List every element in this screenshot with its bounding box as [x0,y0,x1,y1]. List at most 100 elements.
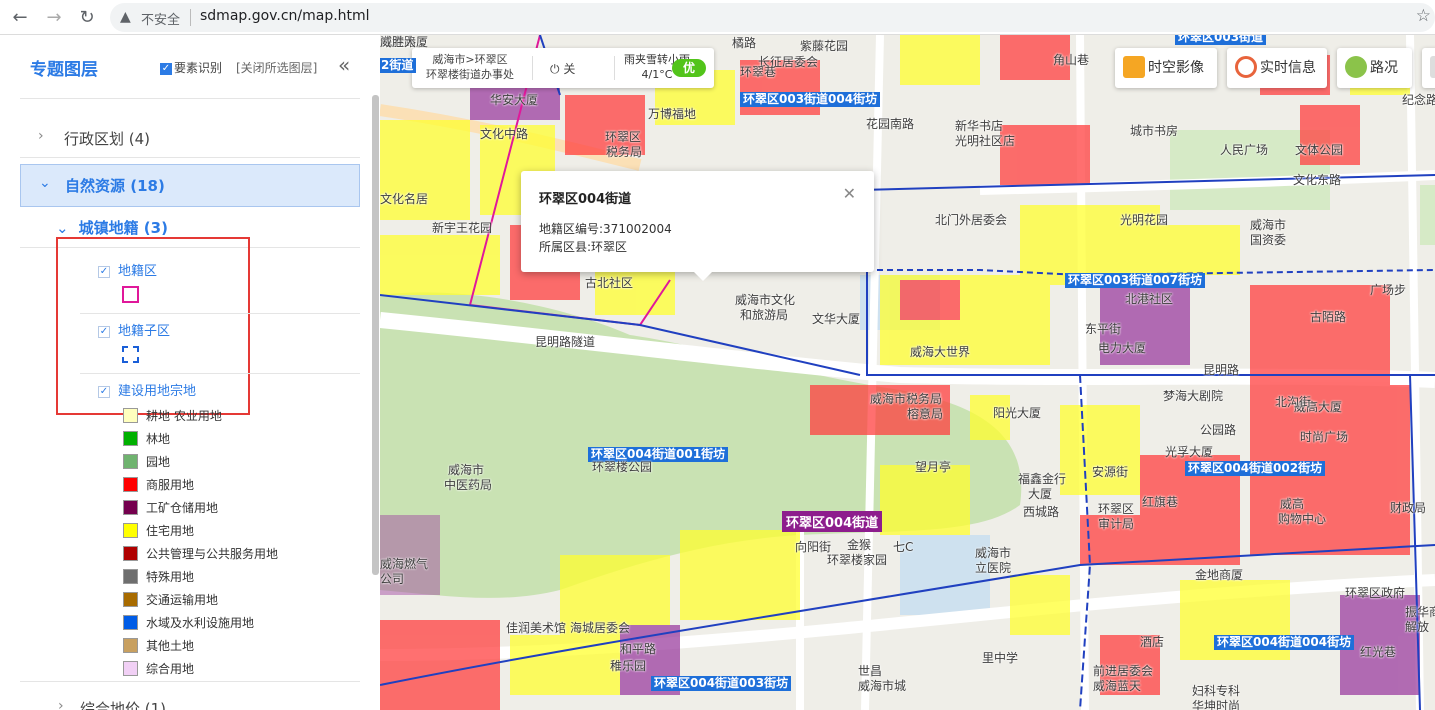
feature-identify-label: 要素识别 [174,61,223,75]
map-label: 阳光大厦 [993,406,1042,420]
map-label: 光明社区店 [955,134,1016,148]
map-label: 国资委 [1250,233,1287,247]
divider [20,157,360,158]
collapse-panel-icon[interactable]: « [338,53,350,77]
street-tag[interactable]: 环翠区003街道004街坊 [740,92,881,107]
map-label: 光明花园 [1120,213,1169,227]
street-tag[interactable]: 2街道 [380,58,417,73]
district-tag[interactable]: 环翠区004街道 [782,511,883,532]
subcategory-label: 城镇地籍 (3) [78,219,168,237]
map-label: 环翠楼家园 [827,553,888,567]
printer-icon [1430,56,1435,78]
map-label: 昆明路隧道 [535,335,596,349]
category-admin-division[interactable]: › 行政区划 (4) [20,118,360,158]
url-text[interactable]: sdmap.gov.cn/map.html [200,8,370,24]
map-label: 环翠巷 [740,65,777,79]
security-label[interactable]: 不安全 [141,9,180,28]
legend-swatch [123,661,138,676]
layer-cadastral-subdistrict[interactable]: ✓ 地籍子区 [98,320,170,339]
map-label: 橘路 [732,36,757,50]
traffic-icon [1345,56,1367,78]
map-label: 税务局 [606,145,643,159]
map-label: 审计局 [1098,517,1135,531]
map-canvas[interactable]: 威海市>环翠区 环翠楼街道办事处 ⏻ 关 雨夹雪转小雨 4/1°C 优 时空影像… [380,35,1435,710]
subcategory-urban-cadastre[interactable]: ⌄ 城镇地籍 (3) [56,217,168,238]
map-label: 威海燃气 [380,557,429,571]
warning-icon[interactable]: ▲ [120,9,131,25]
map-label: 和平路 [620,642,657,656]
layer-panel: 专题图层 ✓ 要素识别 [关闭所选图层] « › 行政区划 (4) ⌄ 自然资源 … [0,35,380,710]
realtime-info-button[interactable]: 实时信息 [1227,48,1327,88]
map-label: 佳润美术馆 [506,621,567,635]
more-tools-button[interactable] [1422,48,1435,88]
divider [80,313,360,314]
category-land-price[interactable]: › 综合地价 (1) [20,688,360,710]
map-label: 前进居委会 [1093,664,1154,678]
power-toggle[interactable]: ⏻ 关 [550,60,575,77]
legend-swatch [123,569,138,584]
map-label: 花园南路 [866,117,915,131]
popup-pointer [694,272,712,281]
bookmark-star-icon[interactable]: ☆ [1416,6,1431,26]
popup-code: 地籍区编号:371002004 [539,222,672,236]
close-selected-layers-link[interactable]: [关闭所选图层] [236,59,317,76]
map-label: 古陌路 [1310,310,1347,324]
checkbox-icon[interactable]: ✓ [98,265,110,278]
street-tag[interactable]: 环翠区004街道002街坊 [1185,461,1326,476]
map-label: 振华商厦 [1405,605,1435,619]
traffic-button[interactable]: 路况 [1337,48,1412,88]
legend-label: 特殊用地 [146,570,195,584]
layers-icon [1123,56,1145,78]
legend-label: 水域及水利设施用地 [146,616,255,630]
layer-cadastral-district[interactable]: ✓ 地籍区 [98,260,157,279]
location-breadcrumb[interactable]: 威海市>环翠区 环翠楼街道办事处 [420,52,520,82]
map-label: 购物中心 [1278,512,1327,526]
map-label: 新华书店 [955,119,1004,133]
checkbox-icon[interactable]: ✓ [98,385,110,398]
checkbox-icon[interactable]: ✓ [98,325,110,338]
legend-label: 综合用地 [146,662,195,676]
map-label: 光孚大厦 [1165,445,1214,459]
spatiotemporal-imagery-button[interactable]: 时空影像 [1115,48,1217,88]
map-label: 威海市 [1250,218,1287,232]
map-label: 北沟街 [1275,395,1312,409]
map-label: 角山巷 [1053,53,1090,67]
map-label: 时尚广场 [1300,430,1349,444]
street-tag[interactable]: 环翠区004街道004街坊 [1214,635,1355,650]
map-label: 立医院 [975,561,1012,575]
aqi-badge: 优 [672,59,706,77]
map-label: 财政局 [1390,501,1427,515]
close-icon[interactable]: ✕ [843,184,856,203]
map-label: 金地商厦 [1195,568,1244,582]
map-label: 七C [893,540,914,554]
legend-label: 林地 [146,432,171,446]
map-label: 紫藤花园 [800,39,849,53]
map-label: 广场步 [1370,283,1407,297]
checkbox-icon[interactable]: ✓ [160,62,172,75]
street-tag[interactable]: 环翠区004街道003街坊 [651,676,792,691]
tool-label: 实时信息 [1260,60,1316,76]
category-natural-resources[interactable]: ⌄ 自然资源 (18) [20,164,360,207]
map-label: 解放 [1405,620,1430,634]
forward-arrow-icon[interactable]: → [42,6,66,30]
legend-label: 其他土地 [146,639,195,653]
map-label: 环翠楼公园 [592,460,653,474]
browser-toolbar: ← → ↻ ▲ 不安全 sdmap.gov.cn/map.html ☆ [0,0,1435,35]
location-line-1: 威海市>环翠区 [432,53,508,66]
map-label: 万博福地 [648,107,697,121]
location-line-2: 环翠楼街道办事处 [426,68,514,81]
address-bar[interactable]: ▲ 不安全 sdmap.gov.cn/map.html ☆ [110,3,1435,32]
layer-construction-parcel[interactable]: ✓ 建设用地宗地 [98,380,196,399]
street-tag[interactable]: 环翠区003街道 [1175,35,1267,45]
back-arrow-icon[interactable]: ← [8,6,32,30]
map-label: 东平街 [1085,322,1122,336]
reload-icon[interactable]: ↻ [75,6,99,30]
street-tag[interactable]: 环翠区003街道007街坊 [1065,273,1206,288]
map-label: 西城路 [1023,505,1060,519]
panel-scrollbar[interactable] [372,95,379,575]
map-label: 人民广场 [1220,143,1269,157]
feature-identify-toggle[interactable]: ✓ 要素识别 [160,59,222,76]
map-label: 威海市文化 [735,293,796,307]
legend-label: 工矿仓储用地 [146,501,219,515]
legend-swatch [123,500,138,515]
